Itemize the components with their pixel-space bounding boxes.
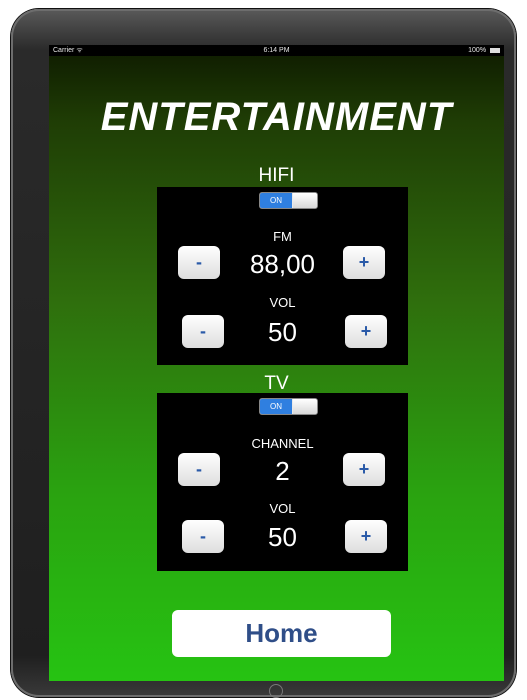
tv-switch-on-label: ON — [260, 399, 292, 414]
home-button[interactable]: Home — [172, 610, 391, 657]
tv-volume-plus-button[interactable]: + — [345, 520, 387, 553]
hardware-home-button[interactable] — [269, 684, 283, 698]
hifi-panel: ON FM - 88,00 + VOL - 50 + — [157, 187, 408, 365]
tv-vol-label: VOL — [269, 501, 296, 516]
hifi-power-switch[interactable]: ON — [259, 192, 318, 209]
battery-indicator: 100% — [468, 45, 500, 56]
hifi-vol-label: VOL — [269, 295, 296, 310]
battery-icon — [490, 47, 500, 53]
battery-percent: 100% — [468, 47, 487, 54]
tv-channel-plus-button[interactable]: + — [343, 453, 385, 486]
hifi-switch-knob — [293, 193, 317, 208]
hifi-band-label: FM — [273, 229, 292, 244]
tv-power-switch[interactable]: ON — [259, 398, 318, 415]
tv-panel: ON CHANNEL - 2 + VOL - 50 + — [157, 393, 408, 571]
tv-label: TV — [264, 373, 289, 394]
ipad-frame: Carrier ᯤ 6:14 PM 100% ENTERTAINMENT HIF… — [11, 9, 516, 698]
hifi-switch-on-label: ON — [260, 193, 292, 208]
status-bar: Carrier ᯤ 6:14 PM 100% — [49, 45, 504, 56]
tv-switch-knob — [293, 399, 317, 414]
hifi-label: HIFI — [258, 165, 295, 186]
page-title: ENTERTAINMENT — [100, 95, 453, 139]
hifi-volume-plus-button[interactable]: + — [345, 315, 387, 348]
status-time: 6:14 PM — [263, 47, 290, 54]
hifi-frequency-plus-button[interactable]: + — [343, 246, 385, 279]
tv-channel-label: CHANNEL — [251, 436, 314, 451]
app-screen: Carrier ᯤ 6:14 PM 100% ENTERTAINMENT HIF… — [49, 45, 504, 681]
